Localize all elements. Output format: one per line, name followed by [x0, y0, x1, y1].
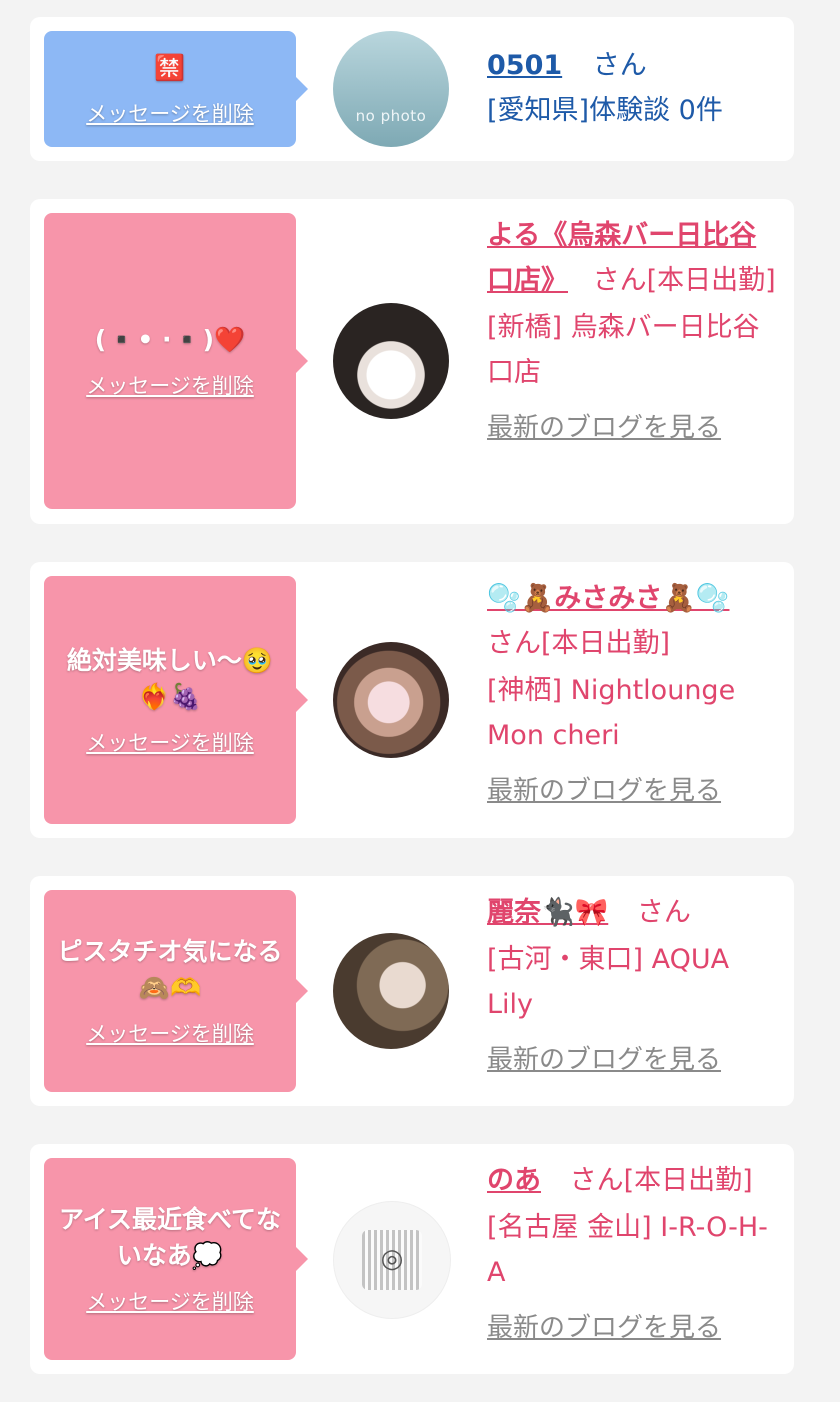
message-bubble: (▪️• ·▪️)❤️ メッセージを削除 — [44, 213, 296, 509]
latest-blog-link[interactable]: 最新のブログを見る — [487, 1307, 782, 1350]
avatar-caption: no photo — [355, 107, 427, 125]
name-suffix: さん[本日出勤] — [569, 1165, 753, 1196]
delete-message-link[interactable]: メッセージを削除 — [86, 1286, 254, 1316]
message-card: (▪️• ·▪️)❤️ メッセージを削除 よる《烏森バー日比谷口店》 さん[本日… — [30, 199, 794, 524]
avatar[interactable]: ◎ — [333, 1201, 451, 1319]
message-text: アイス最近食べてないなあ💭 — [58, 1204, 281, 1270]
message-card: ピスタチオ気になる🙈🫶 メッセージを削除 麗奈🐈‍⬛🎀 さん [古河・東口] A… — [30, 876, 794, 1106]
area-text: [名古屋 金山] I-R-O-H-A — [487, 1212, 768, 1289]
name-suffix: さん[本日出勤] — [487, 628, 671, 660]
area-text: [神栖] Nightlounge Mon cheri — [487, 675, 736, 752]
message-card: 絶対美味しい〜🥹❤️‍🔥🍇 メッセージを削除 🫧🧸みさみさ🧸🫧 さん[本日出勤]… — [30, 562, 794, 838]
message-card: 🈲 メッセージを削除 no photo 0501 さん [愛知県]体験談 0件 — [30, 17, 794, 161]
area-text: [古河・東口] AQUA Lily — [487, 944, 730, 1021]
message-bubble: ピスタチオ気になる🙈🫶 メッセージを削除 — [44, 890, 296, 1092]
profile-name-link[interactable]: 麗奈🐈‍⬛🎀 — [487, 897, 608, 928]
delete-message-link[interactable]: メッセージを削除 — [86, 727, 254, 757]
latest-blog-link[interactable]: 最新のブログを見る — [487, 407, 782, 450]
message-bubble: 絶対美味しい〜🥹❤️‍🔥🍇 メッセージを削除 — [44, 576, 296, 824]
profile-info: 0501 さん [愛知県]体験談 0件 — [487, 43, 782, 133]
message-bubble: アイス最近食べてないなあ💭 メッセージを削除 — [44, 1158, 296, 1360]
profile-name-link[interactable]: 🫧🧸みさみさ🧸🫧 — [487, 576, 782, 621]
latest-blog-link[interactable]: 最新のブログを見る — [487, 1039, 782, 1082]
profile-info: のあ さん[本日出勤] [名古屋 金山] I-R-O-H-A 最新のブログを見る — [487, 1158, 782, 1351]
avatar[interactable] — [333, 642, 449, 758]
message-text: ピスタチオ気になる🙈🫶 — [57, 936, 283, 1002]
name-suffix: さん — [592, 50, 647, 81]
name-suffix: さん[本日出勤] — [592, 265, 776, 297]
profile-info: よる《烏森バー日比谷口店》 さん[本日出勤] [新橋] 烏森バー日比谷口店 最新… — [487, 213, 782, 451]
area-text: [新橋] 烏森バー日比谷口店 — [487, 312, 760, 389]
latest-blog-link[interactable]: 最新のブログを見る — [487, 770, 782, 813]
instagram-icon: ◎ — [380, 1244, 404, 1274]
avatar[interactable]: no photo — [333, 31, 449, 147]
profile-name-link[interactable]: 0501 — [487, 50, 562, 81]
area-text: [愛知県]体験談 0件 — [487, 95, 723, 127]
delete-message-link[interactable]: メッセージを削除 — [86, 1018, 254, 1048]
message-bubble: 🈲 メッセージを削除 — [44, 31, 296, 147]
message-card: アイス最近食べてないなあ💭 メッセージを削除 ◎ のあ さん[本日出勤] [名古… — [30, 1144, 794, 1374]
delete-message-link[interactable]: メッセージを削除 — [86, 370, 254, 400]
delete-message-link[interactable]: メッセージを削除 — [86, 98, 254, 128]
message-text: (▪️• ·▪️)❤️ — [94, 324, 246, 354]
name-suffix: さん — [636, 897, 691, 928]
avatar[interactable] — [333, 303, 449, 419]
avatar[interactable] — [333, 933, 449, 1049]
message-text: 🈲 — [154, 52, 186, 82]
profile-info: 麗奈🐈‍⬛🎀 さん [古河・東口] AQUA Lily 最新のブログを見る — [487, 890, 782, 1083]
profile-name-link[interactable]: のあ — [487, 1165, 541, 1196]
message-text: 絶対美味しい〜🥹❤️‍🔥🍇 — [66, 645, 274, 711]
message-list: 🈲 メッセージを削除 no photo 0501 さん [愛知県]体験談 0件 … — [0, 0, 840, 1402]
profile-info: 🫧🧸みさみさ🧸🫧 さん[本日出勤] [神栖] Nightlounge Mon c… — [487, 576, 782, 814]
